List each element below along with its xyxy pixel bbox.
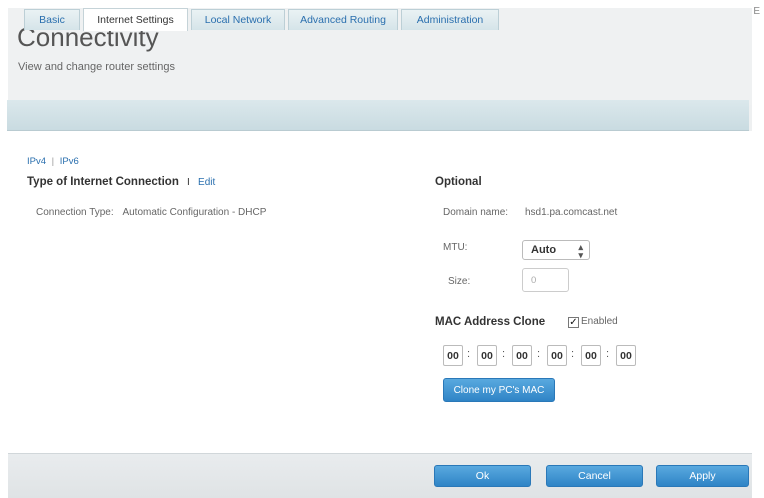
connection-type-label: Connection Type:	[36, 207, 114, 218]
mtu-value: Auto	[531, 244, 557, 256]
corner-mark: E	[753, 6, 760, 17]
mac-octet-5[interactable]: 00	[581, 345, 601, 366]
mac-octet-1[interactable]: 00	[443, 345, 463, 366]
tab-local-network[interactable]: Local Network	[191, 9, 285, 30]
mac-octet-2[interactable]: 00	[477, 345, 497, 366]
page-subtitle: View and change router settings	[18, 61, 175, 73]
connection-type-value: Automatic Configuration - DHCP	[122, 207, 267, 218]
ok-button[interactable]: Ok	[434, 465, 531, 487]
connection-heading: Type of Internet Connection	[27, 176, 179, 188]
connection-separator: I	[187, 177, 190, 188]
mac-clone-heading: MAC Address Clone	[435, 316, 546, 328]
select-arrows-icon: ▴ ▾	[578, 242, 583, 260]
mac-octet-6[interactable]: 00	[616, 345, 636, 366]
tab-internet-settings[interactable]: Internet Settings	[83, 8, 188, 31]
mac-octet-3[interactable]: 00	[512, 345, 532, 366]
apply-button[interactable]: Apply	[656, 465, 749, 487]
mac-separator: :	[502, 348, 506, 360]
size-input[interactable]: 0	[522, 268, 569, 292]
mtu-select[interactable]: Auto ▴ ▾	[522, 240, 590, 260]
cancel-button[interactable]: Cancel	[546, 465, 643, 487]
tab-bar	[7, 100, 749, 131]
mac-separator: :	[606, 348, 610, 360]
mac-separator: :	[571, 348, 575, 360]
domain-value: hsd1.pa.comcast.net	[525, 207, 618, 218]
domain-label: Domain name:	[443, 207, 509, 218]
tab-basic[interactable]: Basic	[24, 9, 80, 30]
mac-separator: :	[467, 348, 471, 360]
enabled-label: Enabled	[581, 316, 618, 327]
connection-heading-row: Type of Internet Connection I Edit	[27, 176, 215, 188]
ipv6-link[interactable]: IPv6	[60, 156, 79, 167]
mtu-label: MTU:	[443, 242, 468, 253]
clone-mac-button[interactable]: Clone my PC's MAC	[443, 378, 555, 402]
ip-toggle: IPv4 | IPv6	[27, 156, 79, 167]
connection-type-row: Connection Type: Automatic Configuration…	[36, 207, 266, 218]
tab-advanced-routing[interactable]: Advanced Routing	[288, 9, 398, 30]
optional-heading: Optional	[435, 176, 482, 188]
tab-administration[interactable]: Administration	[401, 9, 499, 30]
ip-separator: |	[51, 156, 55, 167]
size-label: Size:	[448, 276, 471, 287]
edit-link[interactable]: Edit	[198, 177, 215, 188]
size-value: 0	[531, 274, 537, 286]
mac-octet-4[interactable]: 00	[547, 345, 567, 366]
enabled-checkbox[interactable]: ✓	[568, 317, 579, 328]
mac-separator: :	[537, 348, 541, 360]
ipv4-link[interactable]: IPv4	[27, 156, 46, 167]
